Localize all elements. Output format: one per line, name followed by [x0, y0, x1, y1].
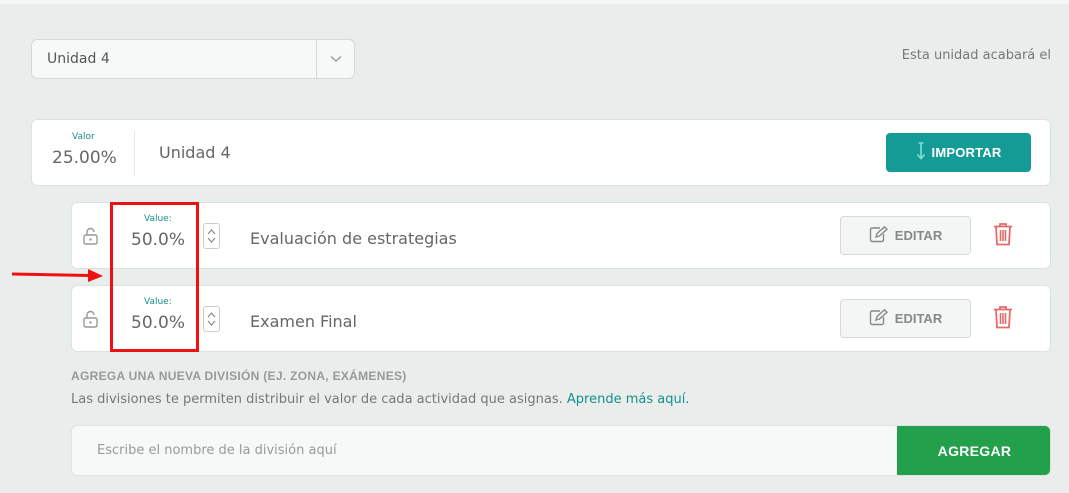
highlight-box [110, 202, 199, 352]
unit-select[interactable]: Unidad 4 [31, 39, 355, 79]
new-division-description: Las divisiones te permiten distribuir el… [71, 392, 689, 407]
lock-icon[interactable] [82, 227, 99, 249]
description-text: Las divisiones te permiten distribuir el… [71, 392, 563, 407]
lock-icon[interactable] [82, 310, 99, 332]
division-name: Examen Final [250, 312, 357, 331]
edit-icon [869, 308, 888, 329]
unit-value-label: Valor [72, 132, 95, 142]
unit-value: 25.00% [52, 148, 117, 168]
division-row: Value: 50.0% Evaluación de estrategias E… [71, 202, 1051, 269]
unit-value-block: Valor 25.00% [32, 120, 135, 185]
edit-button[interactable]: EDITAR [840, 216, 971, 255]
new-division-heading: AGREGA UNA NUEVA DIVISIÓN (EJ. ZONA, EXÁ… [71, 369, 407, 383]
new-division-form: AGREGAR [71, 425, 1051, 476]
unit-divider [134, 131, 135, 176]
top-strip [0, 0, 1069, 4]
edit-label: EDITAR [894, 311, 943, 326]
unit-select-value: Unidad 4 [47, 51, 110, 67]
division-name: Evaluación de estrategias [250, 229, 457, 248]
chevron-down-icon[interactable] [316, 40, 354, 78]
edit-button[interactable]: EDITAR [840, 299, 971, 338]
edit-icon [869, 225, 888, 246]
unit-card: Valor 25.00% Unidad 4 IMPORTAR [31, 119, 1051, 186]
import-label: IMPORTAR [931, 145, 1002, 160]
edit-label: EDITAR [894, 228, 943, 243]
import-button[interactable]: IMPORTAR [886, 133, 1031, 172]
division-name-input[interactable] [72, 426, 897, 475]
stepper-icon[interactable] [203, 223, 220, 249]
division-row: Value: 50.0% Examen Final EDITAR [71, 285, 1051, 352]
arrow-right-icon [12, 269, 103, 282]
learn-more-link[interactable]: Aprende más aquí. [567, 392, 690, 407]
import-arrow-icon [916, 142, 926, 163]
add-button[interactable]: AGREGAR [897, 426, 1050, 475]
trash-icon[interactable] [993, 305, 1013, 333]
unit-name: Unidad 4 [159, 143, 231, 162]
trash-icon[interactable] [993, 222, 1013, 250]
unit-end-notice: Esta unidad acabará el [901, 48, 1051, 63]
stepper-icon[interactable] [203, 306, 220, 332]
